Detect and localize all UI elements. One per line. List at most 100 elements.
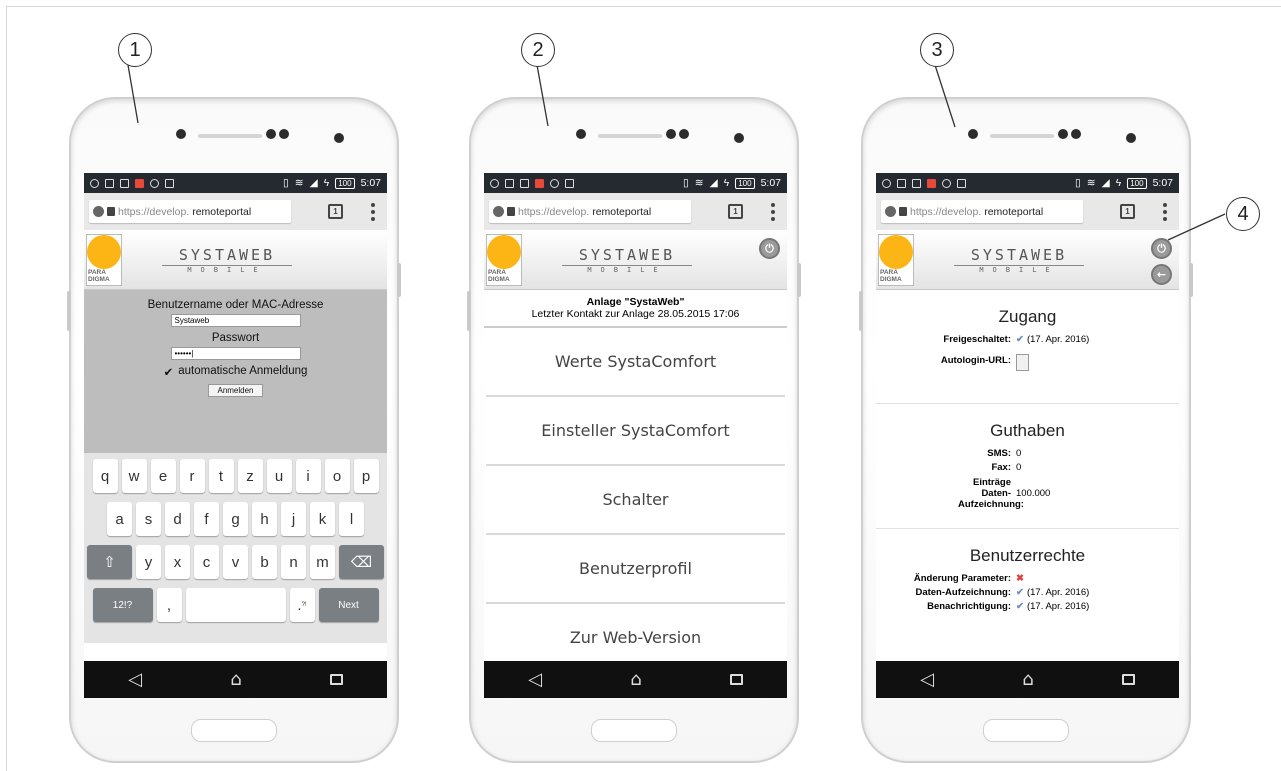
menu-item-werte[interactable]: Werte SystaComfort [486,328,785,397]
auto-login-checkbox[interactable]: ✔ [164,365,174,379]
key[interactable]: w [121,459,147,493]
key[interactable]: v [223,545,248,579]
key[interactable]: k [310,502,335,536]
overflow-menu-icon[interactable] [771,203,775,221]
password-label: Passwort [211,332,260,344]
back-icon[interactable]: ◁ [128,669,142,690]
field-value: 0 [1016,448,1022,459]
comma-key[interactable]: , [156,588,182,622]
signal-icon: ◢ [709,177,718,189]
tabs-button[interactable]: 1 [328,204,343,219]
url-bar[interactable]: https://develop. remoteportal [89,200,291,223]
recents-icon[interactable] [729,674,743,685]
home-icon[interactable]: ⌂ [1022,669,1033,690]
android-nav-bar: ◁ ⌂ [484,661,787,698]
url-domain: remoteportal [592,205,652,218]
symbols-key[interactable]: 12!? [92,588,153,622]
field-label: Freigeschaltet: [943,334,1011,345]
key[interactable]: y [136,545,161,579]
paradigma-logo: PARA DIGMA [86,234,122,286]
field-value: 0 [1016,462,1022,473]
logo-line1: PARA [88,269,106,276]
phone-menu: ▯ ≋ ◢ ϟ 100 5:07 https://develop. remoteportal… [467,97,801,763]
period-key[interactable]: .?! [289,588,315,622]
home-button[interactable] [191,719,277,742]
url-bar[interactable]: https://develop. remoteportal [489,200,691,223]
overflow-menu-icon[interactable] [371,203,375,221]
volume-button [467,291,471,331]
key[interactable]: r [179,459,205,493]
back-icon[interactable]: ◁ [528,669,542,690]
key[interactable]: q [92,459,118,493]
logo-line1: PARA [880,269,898,276]
login-button[interactable]: Anmelden [208,384,263,397]
signal-icon: ◢ [309,177,318,189]
key[interactable]: m [310,545,335,579]
password-input[interactable] [170,347,301,360]
back-button[interactable]: ← [1151,264,1172,285]
whatsapp-icon [490,178,499,188]
menu-item-benutzerprofil[interactable]: Benutzerprofil [486,535,785,604]
logout-button[interactable]: ⏻ [759,238,780,259]
key[interactable]: s [136,502,161,536]
logout-button[interactable]: ⏻ [1151,238,1172,259]
url-bar[interactable]: https://develop. remoteportal [881,200,1083,223]
logo-line2: DIGMA [880,276,902,283]
app-icon [535,178,544,188]
username-input[interactable] [170,314,301,327]
recents-icon[interactable] [1121,674,1135,685]
tabs-button[interactable]: 1 [728,204,743,219]
backspace-icon[interactable]: ⌫ [339,545,384,579]
recents-icon[interactable] [329,674,343,685]
key[interactable]: x [165,545,190,579]
copy-document-icon[interactable] [1016,354,1029,371]
next-key[interactable]: Next [318,588,379,622]
arrow-left-icon: ← [1156,268,1167,281]
menu-item-schalter[interactable]: Schalter [486,466,785,535]
systaweb-brand: SYSTAWEB MOBILE [162,246,292,274]
back-icon[interactable]: ◁ [920,669,934,690]
login-form: Benutzername oder MAC-Adresse Passwort ✔… [84,290,387,453]
key[interactable]: p [353,459,379,493]
paradigma-logo: PARA DIGMA [486,234,522,286]
battery-level: 100 [1127,177,1147,189]
key[interactable]: g [223,502,248,536]
key[interactable]: d [165,502,190,536]
system-info: Anlage "SystaWeb" Letzter Kontakt zur An… [484,290,787,328]
tabs-button[interactable]: 1 [1120,204,1135,219]
home-button[interactable] [983,719,1069,742]
key[interactable]: h [252,502,277,536]
key[interactable]: f [194,502,219,536]
power-icon: ⏻ [765,241,774,255]
key[interactable]: n [281,545,306,579]
key[interactable]: j [281,502,306,536]
field-value: 100.000 [1016,488,1051,499]
overflow-menu-icon[interactable] [1163,203,1167,221]
key[interactable]: e [150,459,176,493]
menu-item-einsteller[interactable]: Einsteller SystaComfort [486,397,785,466]
home-icon[interactable]: ⌂ [230,669,241,690]
settings-icon [550,178,559,188]
key[interactable]: z [237,459,263,493]
home-button[interactable] [591,719,677,742]
key[interactable]: l [339,502,364,536]
key[interactable]: a [107,502,132,536]
message-icon [912,178,921,188]
key[interactable]: c [194,545,219,579]
key[interactable]: t [208,459,234,493]
key[interactable]: u [266,459,292,493]
volume-button [67,291,71,331]
field-label: Benachrichtigung: [927,601,1011,612]
android-nav-bar: ◁ ⌂ [876,661,1179,698]
shift-icon[interactable]: ⇧ [87,545,132,579]
systaweb-brand: SYSTAWEB MOBILE [562,246,692,274]
image-icon [897,178,906,188]
space-key[interactable] [185,588,286,622]
section-title: Zugang [998,307,1057,326]
key[interactable]: b [252,545,277,579]
key[interactable]: o [324,459,350,493]
home-icon[interactable]: ⌂ [630,669,641,690]
key[interactable]: i [295,459,321,493]
field-label: SMS: [987,448,1011,459]
app-header: PARA DIGMA SYSTAWEB MOBILE ⏻ ← [876,230,1179,290]
